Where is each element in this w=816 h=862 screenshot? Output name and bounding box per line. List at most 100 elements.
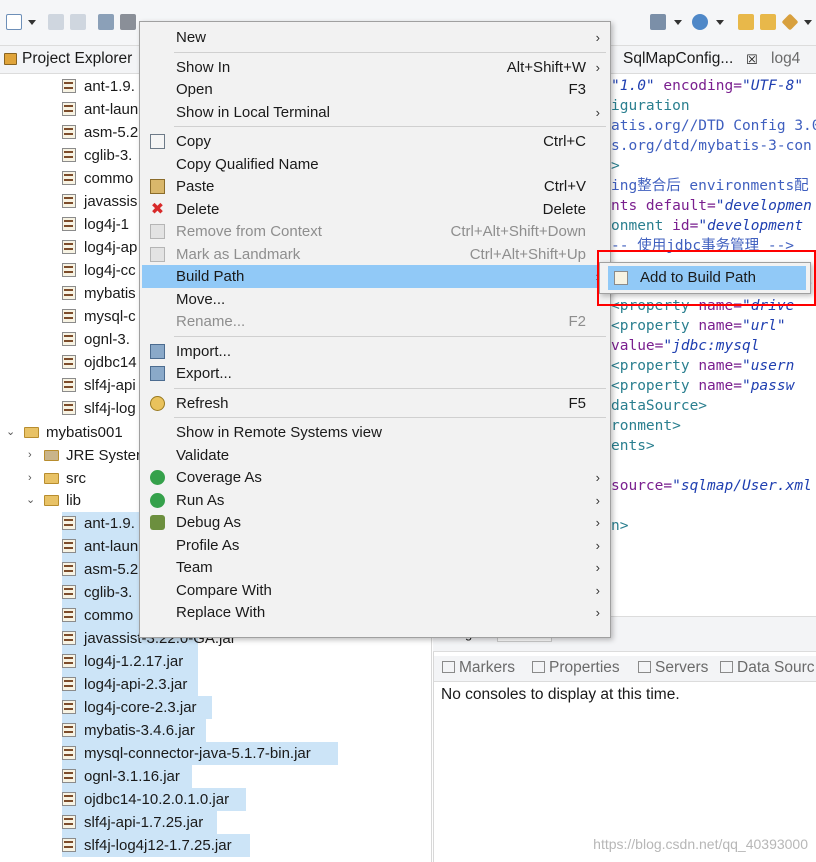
menu-item-show-in[interactable]: Show In Alt+Shift+W › — [142, 56, 608, 79]
save-icon[interactable] — [48, 14, 64, 30]
menu-item-label: Paste — [176, 178, 215, 195]
jar-item[interactable]: cglib-3. — [62, 581, 142, 604]
open-type-icon[interactable] — [760, 14, 776, 30]
menu-item-profile-as[interactable]: Profile As › — [142, 534, 608, 557]
menu-item-label: Compare With — [176, 581, 272, 599]
menu-item-delete[interactable]: ✖ Delete Delete — [142, 198, 608, 221]
coverage-icon — [150, 470, 165, 485]
debug-toolbar-icon[interactable] — [650, 14, 666, 30]
menu-item-label: Move... — [176, 290, 226, 308]
menu-item-coverage-as[interactable]: Coverage As › — [142, 466, 608, 489]
export-icon — [150, 366, 165, 381]
chevron-down-icon[interactable] — [28, 20, 36, 25]
menu-item-replace-with[interactable]: Replace With › — [142, 601, 608, 624]
chevron-down-icon[interactable] — [804, 20, 812, 25]
jar-item[interactable]: ojdbc14-10.2.0.1.0.jar — [62, 788, 246, 811]
jar-item[interactable]: mysql-connector-java-5.1.7-bin.jar — [62, 742, 338, 765]
jar-item[interactable]: log4j-ap — [62, 236, 142, 259]
menu-item-debug-as[interactable]: Debug As › — [142, 511, 608, 534]
menu-item-team[interactable]: Team › — [142, 556, 608, 579]
menu-item-label: Build Path — [176, 268, 245, 285]
menu-item-copy[interactable]: Copy Ctrl+C — [142, 130, 608, 153]
tab-markers[interactable]: Markers — [442, 659, 515, 677]
print-icon[interactable] — [98, 14, 114, 30]
menu-item-move[interactable]: Move... — [142, 288, 608, 311]
chevron-down-icon[interactable] — [716, 20, 724, 25]
menu-item-run-as[interactable]: Run As › — [142, 489, 608, 512]
jar-label: cglib-3. — [84, 584, 133, 601]
tab-close-icon[interactable]: ☒ — [746, 52, 758, 68]
properties-icon[interactable] — [120, 14, 136, 30]
jar-item[interactable]: ant-laun — [62, 535, 142, 558]
jar-item[interactable]: mybatis — [62, 282, 142, 305]
search-toolbar-icon[interactable] — [781, 13, 799, 31]
open-folder-icon[interactable] — [738, 14, 754, 30]
jar-item[interactable]: cglib-3. — [62, 144, 142, 167]
jar-item[interactable]: commo — [62, 167, 142, 190]
tab-log4j-label: log4 — [771, 50, 801, 67]
jar-icon — [62, 700, 76, 714]
code-token: "passw — [741, 378, 795, 394]
menu-item-paste[interactable]: Paste Ctrl+V — [142, 175, 608, 198]
jar-item[interactable]: slf4j-api-1.7.25.jar — [62, 811, 217, 834]
jar-item[interactable]: log4j-cc — [62, 259, 142, 282]
jar-item[interactable]: log4j-1 — [62, 213, 142, 236]
chevron-down-icon[interactable] — [674, 20, 682, 25]
menu-item-show-in-local-terminal[interactable]: Show in Local Terminal › — [142, 101, 608, 124]
menu-item-new[interactable]: New › — [142, 26, 608, 49]
jar-item[interactable]: ognl-3. — [62, 328, 142, 351]
menu-item-label: Show In — [176, 58, 231, 76]
menu-item-shortcut: Ctrl+Alt+Shift+Up — [469, 245, 586, 263]
jar-item[interactable]: asm-5.2 — [62, 558, 142, 581]
menu-item-copy-qualified-name[interactable]: Copy Qualified Name — [142, 153, 608, 176]
jar-item[interactable]: javassis — [62, 190, 142, 213]
menu-item-build-path[interactable]: Build Path › — [142, 265, 608, 288]
tab-properties[interactable]: Properties — [532, 659, 620, 677]
chevron-right-icon[interactable]: › — [28, 467, 32, 490]
tab-data-source[interactable]: Data Sourc — [720, 659, 815, 677]
code-line: > — [611, 156, 620, 176]
chevron-right-icon[interactable]: › — [28, 444, 32, 467]
jar-item[interactable]: slf4j-api — [62, 374, 142, 397]
menu-item-show-in-remote-systems-view[interactable]: Show in Remote Systems view — [142, 421, 608, 444]
jar-item[interactable]: log4j-1.2.17.jar — [62, 650, 198, 673]
save-all-icon[interactable] — [70, 14, 86, 30]
menu-item-open[interactable]: Open F3 — [142, 78, 608, 101]
new-icon[interactable] — [6, 14, 22, 30]
console-message: No consoles to display at this time. — [441, 686, 680, 703]
jar-item[interactable]: ant-laun — [62, 98, 142, 121]
menu-item-import[interactable]: Import... — [142, 340, 608, 363]
jar-item[interactable]: commo — [62, 604, 142, 627]
tab-sqlmapconfig[interactable]: SqlMapConfig... — [623, 50, 733, 68]
menu-item-refresh[interactable]: Refresh F5 — [142, 392, 608, 415]
menu-item-shortcut: Delete — [542, 200, 586, 218]
tree-lib[interactable]: ⌄ lib — [26, 489, 136, 512]
jar-item[interactable]: ognl-3.1.16.jar — [62, 765, 192, 788]
tree-src[interactable]: › src — [26, 467, 136, 490]
chevron-down-icon[interactable]: ⌄ — [26, 489, 35, 512]
menu-item-compare-with[interactable]: Compare With › — [142, 579, 608, 602]
jar-icon — [62, 769, 76, 783]
menu-item-shortcut: F3 — [568, 81, 586, 98]
jar-item[interactable]: ant-1.9. — [62, 75, 142, 98]
tab-servers[interactable]: Servers — [638, 659, 708, 677]
tree-project[interactable]: ⌄ mybatis001 — [6, 421, 136, 444]
jar-item[interactable]: slf4j-log — [62, 397, 142, 420]
jar-item[interactable]: slf4j-log4j12-1.7.25.jar — [62, 834, 250, 857]
jar-item[interactable]: mybatis-3.4.6.jar — [62, 719, 206, 742]
jar-item[interactable]: asm-5.2 — [62, 121, 142, 144]
run-toolbar-icon[interactable] — [692, 14, 708, 30]
chevron-down-icon[interactable]: ⌄ — [6, 421, 15, 444]
jar-item[interactable]: log4j-api-2.3.jar — [62, 673, 198, 696]
jar-item[interactable]: log4j-core-2.3.jar — [62, 696, 212, 719]
jar-item[interactable]: mysql-c — [62, 305, 142, 328]
tree-jre[interactable]: › JRE Syster — [26, 444, 141, 467]
menu-item-export[interactable]: Export... — [142, 362, 608, 385]
data-source-icon — [720, 661, 733, 673]
chevron-right-icon: › — [595, 515, 600, 530]
properties-icon — [532, 661, 545, 673]
jar-item[interactable]: ant-1.9. — [62, 512, 142, 535]
jar-item[interactable]: ojdbc14 — [62, 351, 142, 374]
tab-log4j[interactable]: log4 — [771, 50, 800, 68]
menu-item-validate[interactable]: Validate — [142, 444, 608, 467]
